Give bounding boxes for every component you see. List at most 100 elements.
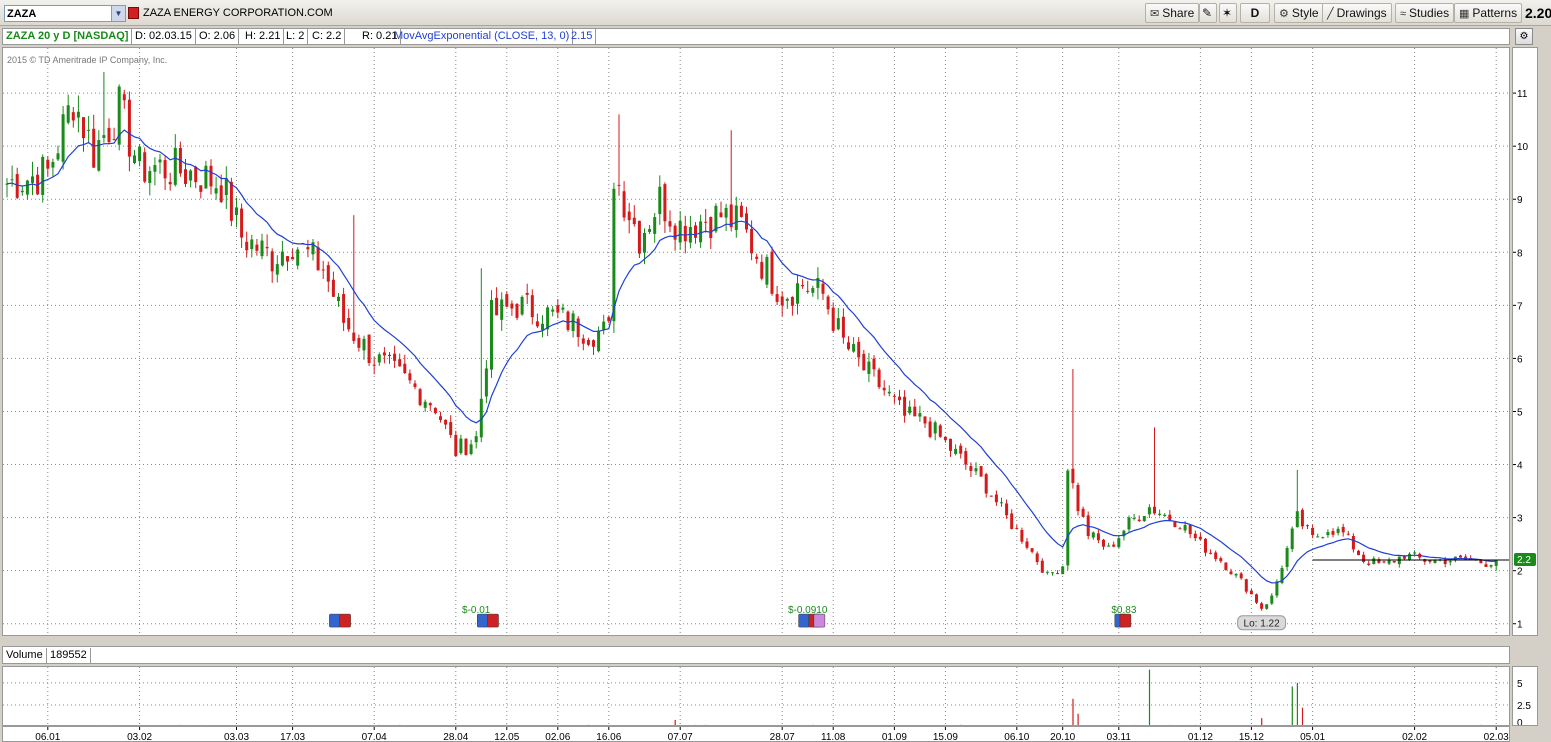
candle-body bbox=[597, 330, 601, 352]
chart-settings-button[interactable]: ⚙ bbox=[1515, 28, 1533, 45]
drawings-button[interactable]: ╱ Drawings bbox=[1322, 3, 1392, 23]
style-button[interactable]: ⚙ Style bbox=[1274, 3, 1324, 23]
date-tick-label: 17.03 bbox=[280, 732, 305, 742]
candle-body bbox=[61, 114, 65, 162]
candle-body bbox=[1127, 517, 1131, 530]
candle-body bbox=[607, 317, 611, 322]
candle-body bbox=[1142, 516, 1146, 522]
candle-body bbox=[433, 407, 437, 414]
candle-body bbox=[933, 422, 937, 434]
candle-body bbox=[1040, 560, 1044, 573]
volume-tick-label: 5 bbox=[1517, 679, 1523, 690]
studies-button[interactable]: ≈ Studies bbox=[1395, 3, 1455, 23]
symbol-selector[interactable]: ▼ bbox=[4, 5, 126, 22]
volume-chart-svg bbox=[3, 667, 1509, 725]
candle-body bbox=[153, 165, 157, 172]
patterns-button[interactable]: ▦ Patterns bbox=[1454, 3, 1523, 23]
candle-body bbox=[821, 283, 825, 294]
candle-body bbox=[627, 211, 631, 221]
volume-bar bbox=[1148, 669, 1151, 725]
drawings-icon: ╱ bbox=[1327, 8, 1334, 20]
price-axis[interactable]: 1 2 3 4 5 6 7 8 9 10 11 2.2 bbox=[1512, 47, 1538, 636]
candle-body bbox=[1168, 514, 1172, 521]
candle-body bbox=[291, 256, 295, 260]
candle-body bbox=[959, 445, 963, 454]
candle-body bbox=[984, 474, 988, 494]
patterns-icon: ▦ bbox=[1459, 8, 1470, 20]
candle-body bbox=[403, 363, 407, 374]
candle-body bbox=[1239, 573, 1243, 579]
candle-body bbox=[107, 127, 111, 143]
candle-body bbox=[857, 341, 861, 358]
candle-body bbox=[367, 334, 371, 363]
candle-body bbox=[209, 165, 213, 187]
candle-body bbox=[495, 297, 499, 316]
candle-body bbox=[1306, 525, 1309, 527]
price-tick-label: 8 bbox=[1517, 248, 1523, 259]
candle-body bbox=[785, 298, 789, 301]
candle-body bbox=[903, 396, 907, 416]
candle-body bbox=[112, 139, 116, 141]
candle-body bbox=[260, 240, 264, 257]
company-name: ZAZA ENERGY CORPORATION.COM bbox=[143, 7, 333, 19]
low-marker-text: Lo: 1.22 bbox=[1244, 619, 1281, 630]
candle-body bbox=[418, 389, 422, 406]
candle-body bbox=[459, 438, 463, 454]
candle-body bbox=[184, 169, 187, 184]
date-tick-label: 05.01 bbox=[1300, 732, 1325, 742]
candle-body bbox=[1188, 524, 1192, 535]
candle-body bbox=[92, 128, 96, 168]
candle-body bbox=[1326, 532, 1330, 536]
last-price: 2.20 bbox=[1525, 5, 1551, 21]
price-tick-label: 1 bbox=[1517, 620, 1523, 631]
tools-button[interactable]: ✎ bbox=[1199, 3, 1217, 23]
volume-chart[interactable] bbox=[2, 666, 1510, 726]
candle-body bbox=[20, 190, 24, 193]
share-button[interactable]: ✉ Share bbox=[1145, 3, 1200, 23]
date-tick-label: 16.06 bbox=[596, 732, 621, 742]
candle-body bbox=[1265, 604, 1269, 609]
candle-body bbox=[1341, 526, 1345, 533]
candle-body bbox=[949, 438, 952, 451]
candle-body bbox=[1295, 511, 1299, 528]
candle-body bbox=[173, 147, 177, 185]
candle-body bbox=[1290, 528, 1294, 550]
candle-body bbox=[1137, 519, 1141, 521]
candle-body bbox=[1163, 514, 1167, 517]
study-label[interactable]: MovAvgExponential (CLOSE, 13, 0) bbox=[391, 29, 574, 44]
candle-body bbox=[1489, 565, 1493, 567]
volume-bar bbox=[1301, 707, 1304, 725]
candle-body bbox=[928, 421, 932, 437]
symbol-input[interactable] bbox=[7, 7, 107, 21]
aggregation-button[interactable]: D bbox=[1240, 3, 1270, 23]
link-button[interactable]: ✶ bbox=[1219, 3, 1237, 23]
flag-icon[interactable] bbox=[128, 7, 139, 19]
symbol-dropdown-icon[interactable]: ▼ bbox=[111, 6, 125, 21]
candle-body bbox=[938, 425, 942, 437]
date-axis-svg: 06.01 03.02 03.03 17.03 07.04 28.04 12.05 02.06… bbox=[35, 727, 1509, 742]
candle-body bbox=[770, 251, 774, 294]
candle-body bbox=[342, 294, 346, 323]
candle-body bbox=[1204, 538, 1207, 553]
price-chart[interactable]: $-0.01 $-0.0910 $0.83 Lo: 1.22 2015 © TD Am… bbox=[2, 47, 1510, 636]
candle-body bbox=[484, 368, 488, 397]
candle-body bbox=[943, 436, 947, 441]
candle-body bbox=[709, 216, 713, 239]
candle-body bbox=[133, 155, 136, 164]
low-marker: Lo: 1.22 bbox=[1237, 615, 1287, 631]
candle-body bbox=[780, 296, 784, 306]
candle-body bbox=[541, 323, 544, 331]
candle-body bbox=[760, 261, 764, 279]
candle-body bbox=[530, 295, 534, 318]
candle-body bbox=[1229, 571, 1233, 575]
bar-date: D: 02.03.15 bbox=[132, 29, 196, 44]
candle-body bbox=[806, 290, 810, 292]
candle-body bbox=[546, 307, 550, 330]
candle-body bbox=[229, 181, 233, 221]
candle-body bbox=[801, 285, 805, 287]
bar-close: C: 2.2 bbox=[309, 29, 346, 44]
candle-body bbox=[617, 184, 621, 186]
date-tick-label: 07.04 bbox=[362, 732, 387, 742]
candle-body bbox=[1387, 560, 1391, 564]
candle-body bbox=[535, 321, 539, 327]
